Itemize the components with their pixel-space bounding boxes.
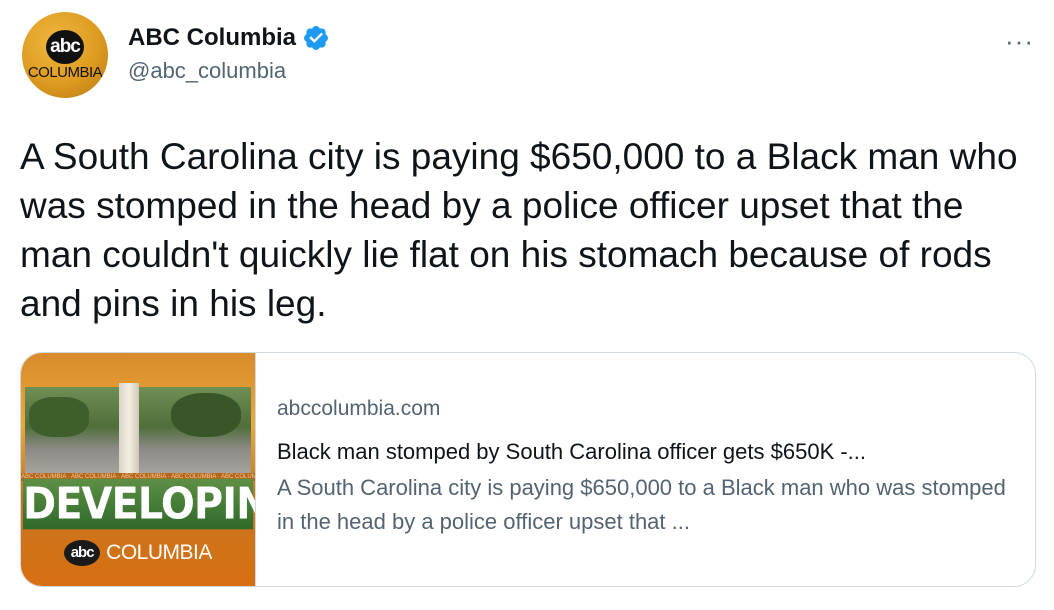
link-card-domain: abccolumbia.com — [277, 397, 441, 420]
link-card-title: Black man stomped by South Carolina offi… — [277, 439, 867, 464]
display-name[interactable]: ABC Columbia — [128, 24, 296, 52]
link-card-description: A South Carolina city is paying $650,000… — [277, 475, 1006, 534]
thumbnail-tree — [29, 397, 89, 437]
avatar-sub-text: COLUMBIA — [27, 64, 103, 81]
author-handle[interactable]: @abc_columbia — [128, 58, 286, 84]
link-card[interactable]: ABC COLUMBIA · ABC COLUMBIA · ABC COLUMB… — [20, 352, 1036, 587]
thumbnail-monument — [119, 383, 139, 473]
thumbnail-brand: abc COLUMBIA — [21, 537, 255, 569]
verified-badge-icon — [304, 26, 328, 50]
more-icon[interactable]: ··· — [1005, 26, 1034, 57]
link-card-body: abccolumbia.com Black man stomped by Sou… — [277, 397, 1017, 539]
thumbnail-tree — [171, 393, 241, 437]
author-name-row: ABC Columbia — [128, 22, 330, 54]
abc-logo-icon: abc — [64, 540, 101, 566]
abc-logo-icon: abc — [46, 30, 84, 64]
thumbnail-headline: DEVELOPING — [23, 478, 255, 530]
link-card-thumbnail: ABC COLUMBIA · ABC COLUMBIA · ABC COLUMB… — [21, 353, 256, 586]
tweet-text: A South Carolina city is paying $650,000… — [20, 136, 1018, 324]
thumbnail-brand-text: COLUMBIA — [106, 541, 212, 564]
avatar[interactable]: abc COLUMBIA — [22, 12, 108, 98]
